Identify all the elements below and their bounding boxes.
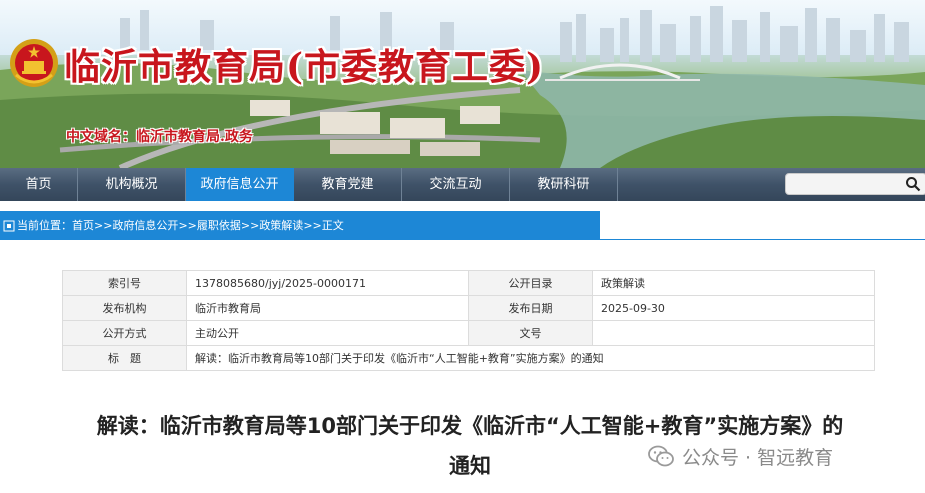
table-row: 索引号 1378085680/jyj/2025-0000171 公开目录 政策解… [62,270,875,296]
breadcrumb-current: 正文 [321,219,344,232]
breadcrumb-separator: >> [303,219,322,232]
index-number-value: 1378085680/jyj/2025-0000171 [186,270,469,296]
title-value: 解读：临沂市教育局等10部门关于印发《临沂市“人工智能+教育”实施方案》的通知 [186,345,875,371]
nav-item-interaction[interactable]: 交流互动 [402,168,510,201]
breadcrumb-home[interactable]: 首页 [72,211,94,240]
publish-date-label: 发布日期 [468,295,593,321]
breadcrumb-separator: >> [94,219,113,232]
breadcrumb-policy-interpretation[interactable]: 政策解读 [259,211,303,240]
search-icon[interactable] [905,176,921,192]
header-banner: 临沂市教育局(市委教育工委) 中文域名：临沂市教育局.政务 [0,0,925,168]
breadcrumb-separator: >> [240,219,260,232]
location-icon [3,220,15,231]
document-number-value [592,320,875,346]
document-meta-table: 索引号 1378085680/jyj/2025-0000171 公开目录 政策解… [62,270,875,371]
wechat-watermark: 公众号 · 智远教育 [648,443,833,469]
publish-date-value: 2025-09-30 [592,295,875,321]
title-label: 标 题 [62,345,187,371]
disclosure-method-value: 主动公开 [186,320,469,346]
breadcrumb-government-info[interactable]: 政府信息公开 [112,211,178,240]
site-title: 临沂市教育局(市委教育工委) [64,46,545,88]
breadcrumb-bar-underline [590,239,925,240]
chinese-domain-label: 中文域名：临沂市教育局.政务 [66,129,253,145]
publisher-label: 发布机构 [62,295,187,321]
nav-item-home[interactable]: 首页 [0,168,78,201]
disclosure-catalog-label: 公开目录 [468,270,593,296]
article-title-line-1: 解读：临沂市教育局等10部门关于印发《临沂市“人工智能+教育”实施方案》的 [96,414,844,438]
nav-item-government-info[interactable]: 政府信息公开 [186,168,294,201]
breadcrumb-bar-blank [600,211,925,240]
publisher-value: 临沂市教育局 [186,295,469,321]
breadcrumb: 当前位置： 首页 >> 政府信息公开 >> 履职依据 >> 政策解读 >> 正文 [0,211,344,240]
table-row: 公开方式 主动公开 文号 [62,320,875,346]
breadcrumb-bar: 当前位置： 首页 >> 政府信息公开 >> 履职依据 >> 政策解读 >> 正文 [0,211,925,240]
table-row: 发布机构 临沂市教育局 发布日期 2025-09-30 [62,295,875,321]
document-number-label: 文号 [468,320,593,346]
nav-item-organization[interactable]: 机构概况 [78,168,186,201]
breadcrumb-duty-basis[interactable]: 履职依据 [197,211,241,240]
search-input[interactable] [785,173,925,195]
nav-item-party-building[interactable]: 教育党建 [294,168,402,201]
main-navigation: 首页 机构概况 政府信息公开 教育党建 交流互动 教研科研 [0,168,925,201]
watermark-text: 公众号 · 智远教育 [682,446,834,469]
disclosure-method-label: 公开方式 [62,320,187,346]
index-number-label: 索引号 [62,270,187,296]
wechat-icon [648,445,674,467]
table-row: 标 题 解读：临沂市教育局等10部门关于印发《临沂市“人工智能+教育”实施方案》… [62,345,875,371]
breadcrumb-prefix: 当前位置： [17,219,72,232]
national-emblem-icon [10,39,58,87]
nav-item-research[interactable]: 教研科研 [510,168,618,201]
breadcrumb-separator: >> [178,219,197,232]
disclosure-catalog-value: 政策解读 [592,270,875,296]
